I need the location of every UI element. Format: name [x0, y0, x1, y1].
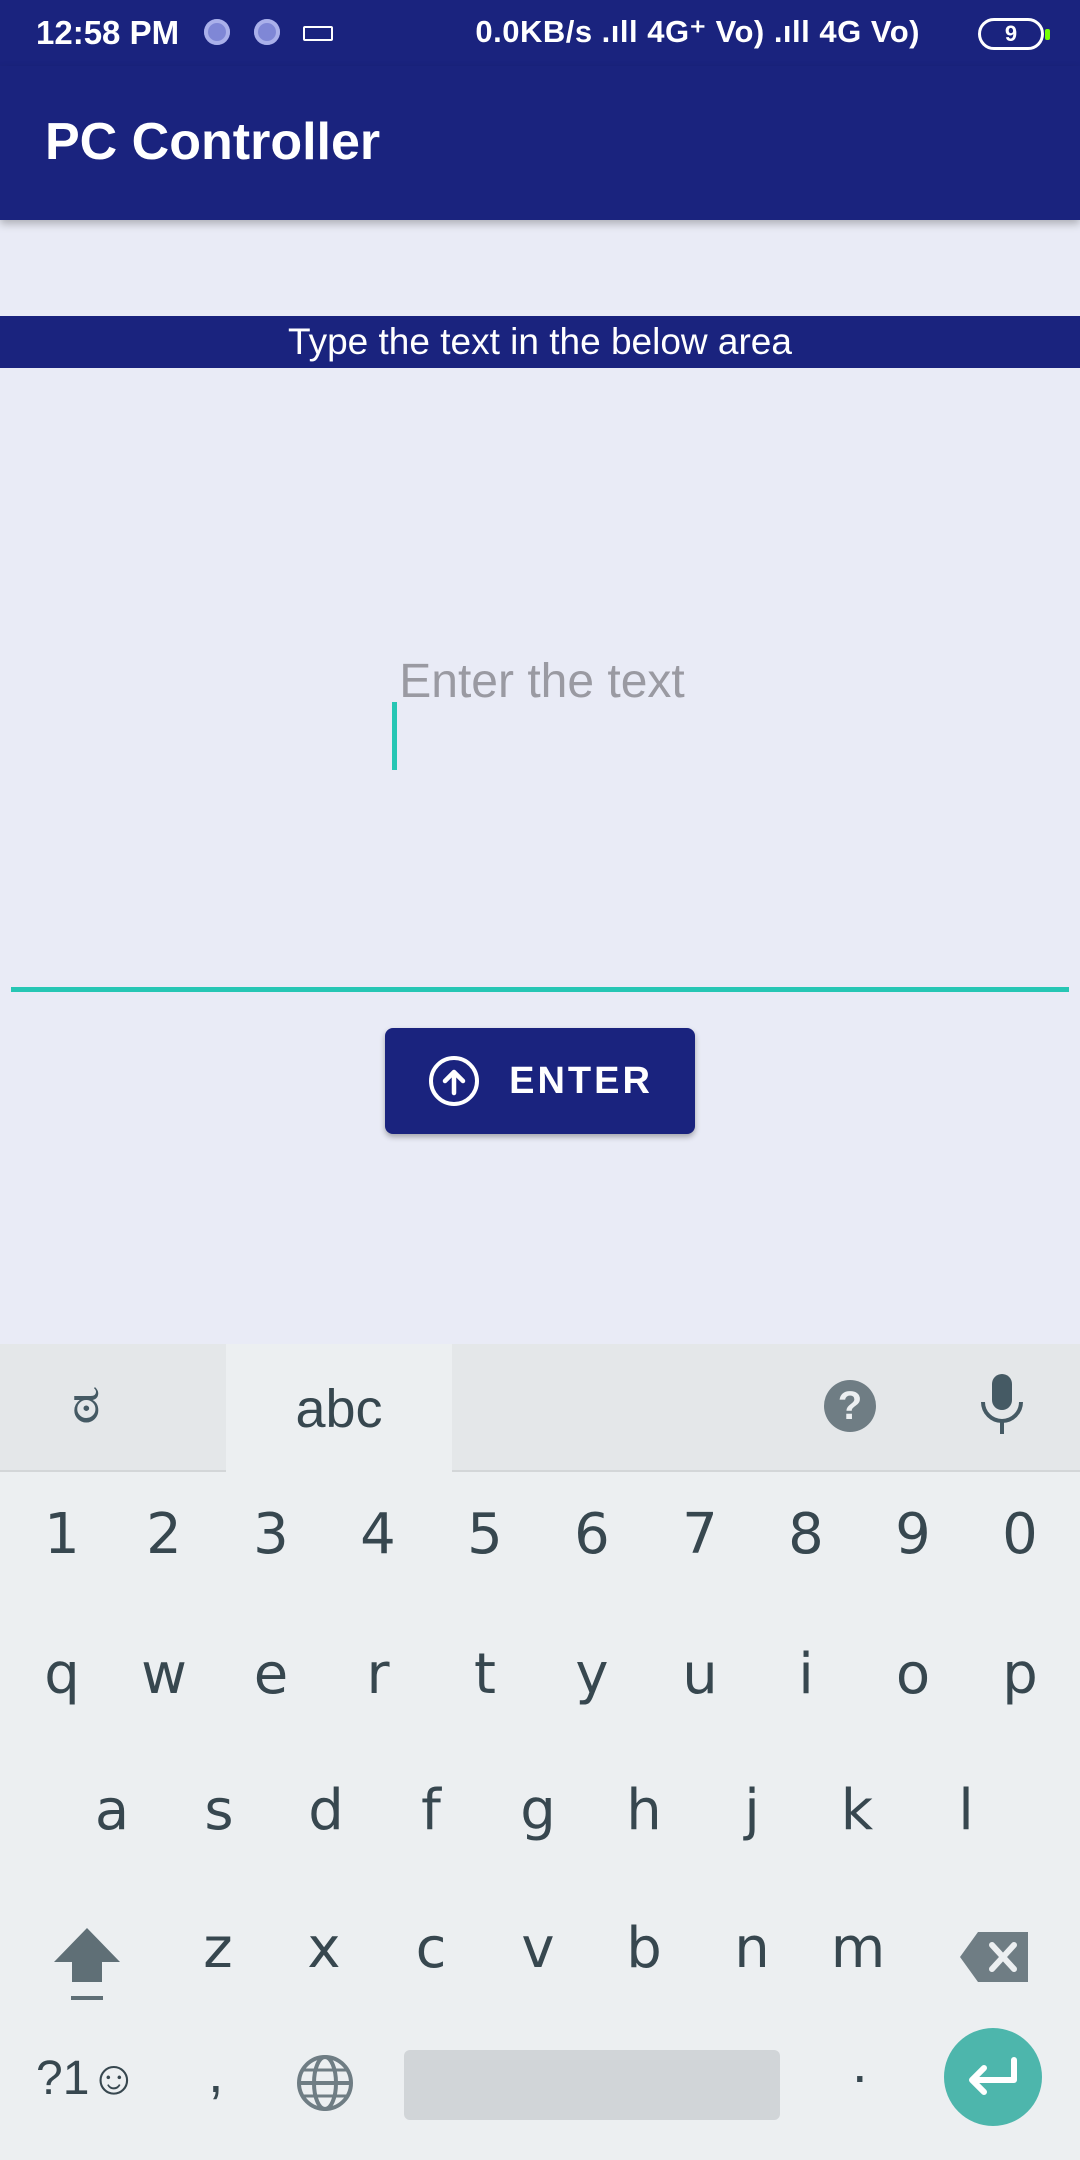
- key-h[interactable]: h: [600, 1756, 688, 1866]
- abc-tab-label: abc: [295, 1379, 383, 1439]
- key-d[interactable]: d: [282, 1756, 370, 1866]
- network-status: 0.0KB/s .ıll 4G⁺ Vo) .ıll 4G Vo): [475, 14, 920, 49]
- app-bar: PC Controller: [0, 66, 1080, 220]
- soft-keyboard: ಠ abc ?: [0, 1344, 1080, 2160]
- key-p[interactable]: p: [976, 1620, 1064, 1730]
- letter-row-3: z x c v b n m: [0, 1894, 1080, 2004]
- shift-icon[interactable]: [52, 1926, 122, 2002]
- backspace-icon[interactable]: [960, 1930, 1030, 1984]
- key-4[interactable]: 4: [334, 1480, 422, 1590]
- status-bar: 12:58 PM 0.0KB/s .ıll 4G⁺ Vo) .ıll 4G Vo…: [0, 0, 1080, 66]
- key-j[interactable]: j: [708, 1756, 796, 1866]
- letter-row-2: a s d f g h j k l: [0, 1756, 1080, 1866]
- key-e[interactable]: e: [227, 1620, 315, 1730]
- microphone-icon[interactable]: [979, 1372, 1025, 1438]
- key-3[interactable]: 3: [227, 1480, 315, 1590]
- text-input[interactable]: [11, 600, 1073, 762]
- key-0[interactable]: 0: [976, 1480, 1064, 1590]
- key-l[interactable]: l: [922, 1756, 1010, 1866]
- number-row: 1 2 3 4 5 6 7 8 9 0: [0, 1480, 1080, 1590]
- key-r[interactable]: r: [334, 1620, 422, 1730]
- key-o[interactable]: o: [869, 1620, 957, 1730]
- key-6[interactable]: 6: [548, 1480, 636, 1590]
- letter-row-1: q w e r t y u i o p: [0, 1620, 1080, 1730]
- arrow-up-circle-icon: [429, 1056, 480, 1106]
- key-z[interactable]: z: [174, 1894, 262, 2004]
- key-b[interactable]: b: [600, 1894, 688, 2004]
- comma-key[interactable]: ,: [208, 2040, 224, 2105]
- key-i[interactable]: i: [762, 1620, 850, 1730]
- abc-tab[interactable]: abc: [226, 1344, 452, 1472]
- key-f[interactable]: f: [387, 1756, 475, 1866]
- symbols-key[interactable]: ?1☺: [36, 2051, 138, 2106]
- key-7[interactable]: 7: [656, 1480, 744, 1590]
- help-icon[interactable]: ?: [824, 1380, 876, 1432]
- space-bar[interactable]: [404, 2050, 780, 2120]
- notification-icon: [254, 19, 280, 45]
- key-8[interactable]: 8: [762, 1480, 850, 1590]
- key-u[interactable]: u: [656, 1620, 744, 1730]
- return-icon: [969, 2057, 1017, 2095]
- key-x[interactable]: x: [280, 1894, 368, 2004]
- key-t[interactable]: t: [441, 1620, 529, 1730]
- input-underline: [11, 987, 1069, 992]
- key-9[interactable]: 9: [869, 1480, 957, 1590]
- globe-icon[interactable]: [296, 2054, 354, 2112]
- key-k[interactable]: k: [813, 1756, 901, 1866]
- key-q[interactable]: q: [18, 1620, 106, 1730]
- key-m[interactable]: m: [814, 1894, 902, 2004]
- key-2[interactable]: 2: [120, 1480, 208, 1590]
- keyboard-toolbar: ಠ abc ?: [0, 1344, 1080, 1472]
- text-cursor: [392, 702, 397, 770]
- key-w[interactable]: w: [120, 1620, 208, 1730]
- notification-icon: [204, 19, 230, 45]
- instruction-banner: Type the text in the below area: [0, 316, 1080, 368]
- enter-button[interactable]: ENTER: [385, 1028, 695, 1134]
- period-key[interactable]: .: [852, 2030, 868, 2095]
- key-v[interactable]: v: [494, 1894, 582, 2004]
- keyboard-enter-key[interactable]: [944, 2028, 1042, 2126]
- key-n[interactable]: n: [708, 1894, 796, 2004]
- battery-icon: 9: [978, 18, 1050, 50]
- key-c[interactable]: c: [387, 1894, 475, 2004]
- language-tab[interactable]: ಠ: [72, 1372, 101, 1436]
- key-s[interactable]: s: [175, 1756, 263, 1866]
- key-5[interactable]: 5: [441, 1480, 529, 1590]
- enter-button-label: ENTER: [509, 1059, 653, 1102]
- key-1[interactable]: 1: [18, 1480, 106, 1590]
- app-title: PC Controller: [45, 113, 381, 171]
- key-y[interactable]: y: [548, 1620, 636, 1730]
- status-time: 12:58 PM: [36, 14, 180, 51]
- keyboard-icon: [303, 26, 333, 41]
- key-a[interactable]: a: [68, 1756, 156, 1866]
- key-g[interactable]: g: [494, 1756, 582, 1866]
